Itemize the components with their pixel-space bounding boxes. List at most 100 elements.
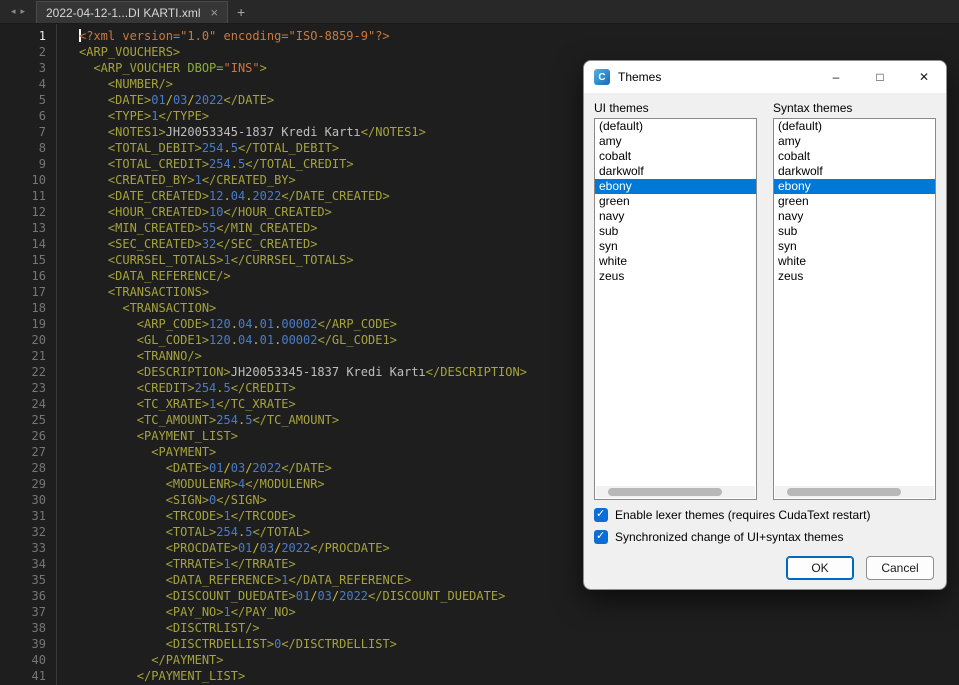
theme-option[interactable]: navy: [774, 209, 935, 224]
line-number: 2: [38, 45, 46, 59]
sync-themes-checkbox-label: Synchronized change of UI+syntax themes: [615, 530, 844, 544]
code-line: <DISCOUNT_DUEDATE>01/03/2022</DISCOUNT_D…: [79, 589, 506, 603]
scroll-tabs-right-icon[interactable]: ▸: [21, 6, 26, 17]
code-line: <DESCRIPTION>JH20053345-1837 Kredi Kartı…: [79, 365, 527, 379]
theme-option[interactable]: navy: [595, 209, 756, 224]
code-line: <NOTES1>JH20053345-1837 Kredi Kartı</NOT…: [79, 125, 426, 139]
lexer-themes-checkbox-row: Enable lexer themes (requires CudaText r…: [594, 507, 936, 522]
lexer-themes-checkbox[interactable]: [594, 507, 608, 522]
app-window: ◂ ▸ 2022-04-12-1...DI KARTI.xml × + 1234…: [0, 0, 959, 685]
code-line: <PROCDATE>01/03/2022</PROCDATE>: [79, 541, 390, 555]
line-number: 9: [38, 157, 46, 171]
code-line: <MODULENR>4</MODULENR>: [79, 477, 325, 491]
ui-theme-list[interactable]: (default) amy cobalt darkwolf ebony green navy…: [594, 118, 757, 500]
theme-option[interactable]: darkwolf: [774, 164, 935, 179]
line-number: 30: [31, 493, 46, 507]
theme-option[interactable]: ebony: [774, 179, 935, 194]
ok-button[interactable]: OK: [786, 556, 854, 580]
code-line: <GL_CODE1>120.04.01.00002</GL_CODE1>: [79, 333, 397, 347]
code-line: <PAYMENT>: [79, 445, 217, 459]
theme-option[interactable]: ebony: [595, 179, 756, 194]
code-line: </PAYMENT_LIST>: [79, 669, 246, 683]
horizontal-scrollbar[interactable]: [775, 486, 934, 498]
sync-themes-checkbox[interactable]: [594, 529, 608, 544]
theme-option[interactable]: zeus: [595, 269, 756, 284]
line-number: 5: [38, 93, 46, 107]
code-area[interactable]: <?xml version="1.0" encoding="ISO-8859-9…: [57, 24, 527, 685]
theme-option[interactable]: sub: [595, 224, 756, 239]
code-line: <TRANSACTION>: [79, 301, 217, 315]
syntax-themes-label: Syntax themes: [773, 101, 853, 115]
code-line: <DATE>01/03/2022</DATE>: [79, 461, 332, 475]
line-number: 12: [31, 205, 46, 219]
line-number: 25: [31, 413, 46, 427]
theme-option[interactable]: syn: [774, 239, 935, 254]
theme-option[interactable]: amy: [774, 134, 935, 149]
line-number: 36: [31, 589, 46, 603]
line-number: 26: [31, 429, 46, 443]
syntax-theme-list[interactable]: (default) amy cobalt darkwolf ebony green navy…: [773, 118, 936, 500]
theme-option[interactable]: cobalt: [774, 149, 935, 164]
line-number: 13: [31, 221, 46, 235]
line-number: 21: [31, 349, 46, 363]
theme-option[interactable]: zeus: [774, 269, 935, 284]
code-line: <ARP_CODE>120.04.01.00002</ARP_CODE>: [79, 317, 397, 331]
code-line: <TOTAL_CREDIT>254.5</TOTAL_CREDIT>: [79, 157, 354, 171]
minimize-button[interactable]: –: [814, 61, 858, 93]
theme-option[interactable]: syn: [595, 239, 756, 254]
code-line: <TYPE>1</TYPE>: [79, 109, 210, 123]
code-line: <CURRSEL_TOTALS>1</CURRSEL_TOTALS>: [79, 253, 354, 267]
scroll-tabs-left-icon[interactable]: ◂: [11, 6, 16, 17]
line-number: 33: [31, 541, 46, 555]
tab-active[interactable]: 2022-04-12-1...DI KARTI.xml ×: [36, 1, 229, 23]
line-number: 28: [31, 461, 46, 475]
line-number: 29: [31, 477, 46, 491]
maximize-button[interactable]: □: [858, 61, 902, 93]
line-number: 22: [31, 365, 46, 379]
theme-option[interactable]: sub: [774, 224, 935, 239]
code-line: <DATA_REFERENCE>1</DATA_REFERENCE>: [79, 573, 412, 587]
ui-themes-label: UI themes: [594, 101, 649, 115]
code-line: <?xml version="1.0" encoding="ISO-8859-9…: [79, 29, 390, 43]
code-line: </PAYMENT>: [79, 653, 224, 667]
line-number: 39: [31, 637, 46, 651]
tab-bar: ◂ ▸ 2022-04-12-1...DI KARTI.xml × +: [0, 0, 959, 24]
line-number: 16: [31, 269, 46, 283]
theme-option[interactable]: darkwolf: [595, 164, 756, 179]
theme-option[interactable]: green: [595, 194, 756, 209]
code-line: <TOTAL>254.5</TOTAL>: [79, 525, 311, 539]
close-button[interactable]: ✕: [902, 61, 946, 93]
scrollbar-thumb[interactable]: [608, 488, 723, 496]
gutter: 1 2 3 4 5 6 7 8 9 10 11 12 13 14 15 16 17 18 19 20 21 22 23 24 2…: [0, 24, 57, 685]
line-number: 32: [31, 525, 46, 539]
tab-close-icon[interactable]: ×: [211, 6, 219, 19]
code-line: <SIGN>0</SIGN>: [79, 493, 267, 507]
theme-option[interactable]: green: [774, 194, 935, 209]
theme-option[interactable]: (default): [774, 119, 935, 134]
scrollbar-thumb[interactable]: [787, 488, 902, 496]
dialog-titlebar[interactable]: C Themes – □ ✕: [584, 61, 946, 93]
new-tab-button[interactable]: +: [228, 0, 254, 23]
theme-option[interactable]: white: [774, 254, 935, 269]
line-number: 18: [31, 301, 46, 315]
theme-option[interactable]: (default): [595, 119, 756, 134]
line-number: 37: [31, 605, 46, 619]
code-line: <TRANSACTIONS>: [79, 285, 210, 299]
theme-option[interactable]: white: [595, 254, 756, 269]
line-number: 11: [31, 189, 46, 203]
theme-option[interactable]: cobalt: [595, 149, 756, 164]
code-line: <ARP_VOUCHERS>: [79, 45, 181, 59]
theme-option[interactable]: amy: [595, 134, 756, 149]
code-line: <TRCODE>1</TRCODE>: [79, 509, 296, 523]
line-number: 6: [38, 109, 46, 123]
code-line: <TOTAL_DEBIT>254.5</TOTAL_DEBIT>: [79, 141, 340, 155]
code-line: <ARP_VOUCHER DBOP="INS">: [79, 61, 267, 75]
dialog-title: Themes: [618, 70, 662, 84]
code-line: <TRRATE>1</TRRATE>: [79, 557, 296, 571]
cancel-button[interactable]: Cancel: [866, 556, 934, 580]
code-line: <DATE>01/03/2022</DATE>: [79, 93, 275, 107]
horizontal-scrollbar[interactable]: [596, 486, 755, 498]
code-line: <DISCTRDELLIST>0</DISCTRDELLIST>: [79, 637, 397, 651]
code-line: <HOUR_CREATED>10</HOUR_CREATED>: [79, 205, 332, 219]
dialog-body: UI themes Syntax themes (default) amy coba…: [584, 93, 946, 589]
